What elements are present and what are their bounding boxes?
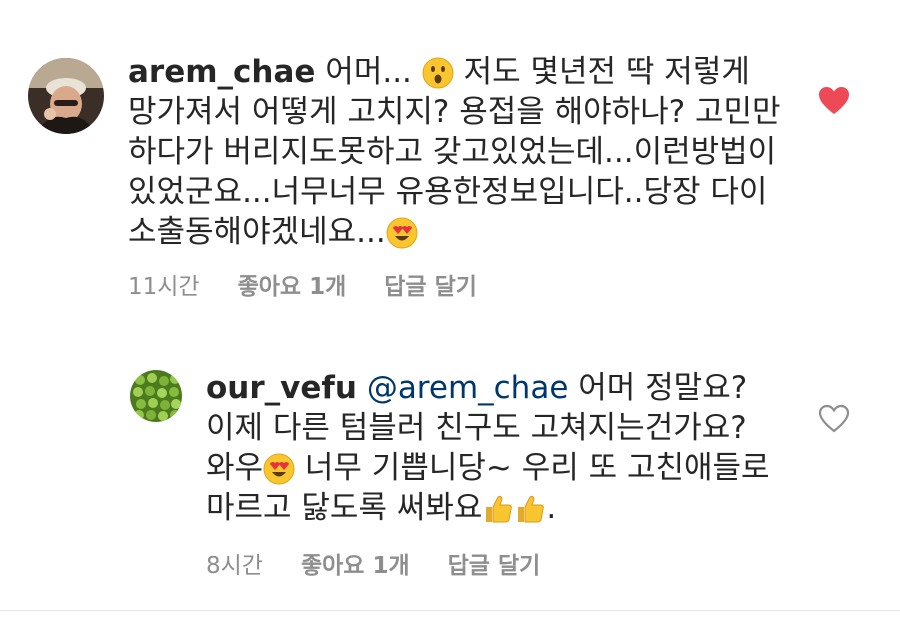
timestamp: 11시간	[128, 274, 200, 300]
comment-meta: 11시간 좋아요 1개 답글 달기	[128, 267, 477, 301]
heart-filled-icon[interactable]	[818, 86, 850, 116]
mention-link[interactable]: @arem_chae	[367, 370, 569, 406]
surprised-face-icon	[422, 57, 454, 89]
avatar[interactable]	[130, 370, 182, 422]
likes-count[interactable]: 좋아요 1개	[238, 267, 347, 301]
heart-eyes-icon	[386, 217, 418, 249]
thumbs-up-icon	[514, 493, 546, 525]
heart-outline-icon[interactable]	[818, 404, 850, 434]
comment: arem_chae 어머... 저도 몇년전 딱 저렇게 망가져서 어떻게 고치…	[0, 0, 900, 320]
comment-text: 어머...	[325, 54, 422, 90]
heart-eyes-icon	[263, 453, 295, 485]
avatar[interactable]	[28, 58, 104, 134]
comment-body: our_vefu @arem_chae 어머 정말요? 이제 다른 텀블러 친구…	[206, 368, 776, 528]
thumbs-up-icon	[482, 493, 514, 525]
comment-body: arem_chae 어머... 저도 몇년전 딱 저렇게 망가져서 어떻게 고치…	[128, 52, 783, 252]
username[interactable]: our_vefu	[206, 370, 357, 406]
username[interactable]: arem_chae	[128, 54, 315, 90]
reply-button[interactable]: 답글 달기	[384, 267, 477, 301]
divider	[0, 610, 900, 611]
likes-count[interactable]: 좋아요 1개	[301, 546, 410, 580]
timestamp: 8시간	[206, 553, 263, 579]
reply-button[interactable]: 답글 달기	[448, 546, 541, 580]
comment-reply: our_vefu @arem_chae 어머 정말요? 이제 다른 텀블러 친구…	[0, 320, 900, 610]
comment-text: .	[546, 490, 557, 526]
comment-meta: 8시간 좋아요 1개 답글 달기	[206, 546, 540, 580]
